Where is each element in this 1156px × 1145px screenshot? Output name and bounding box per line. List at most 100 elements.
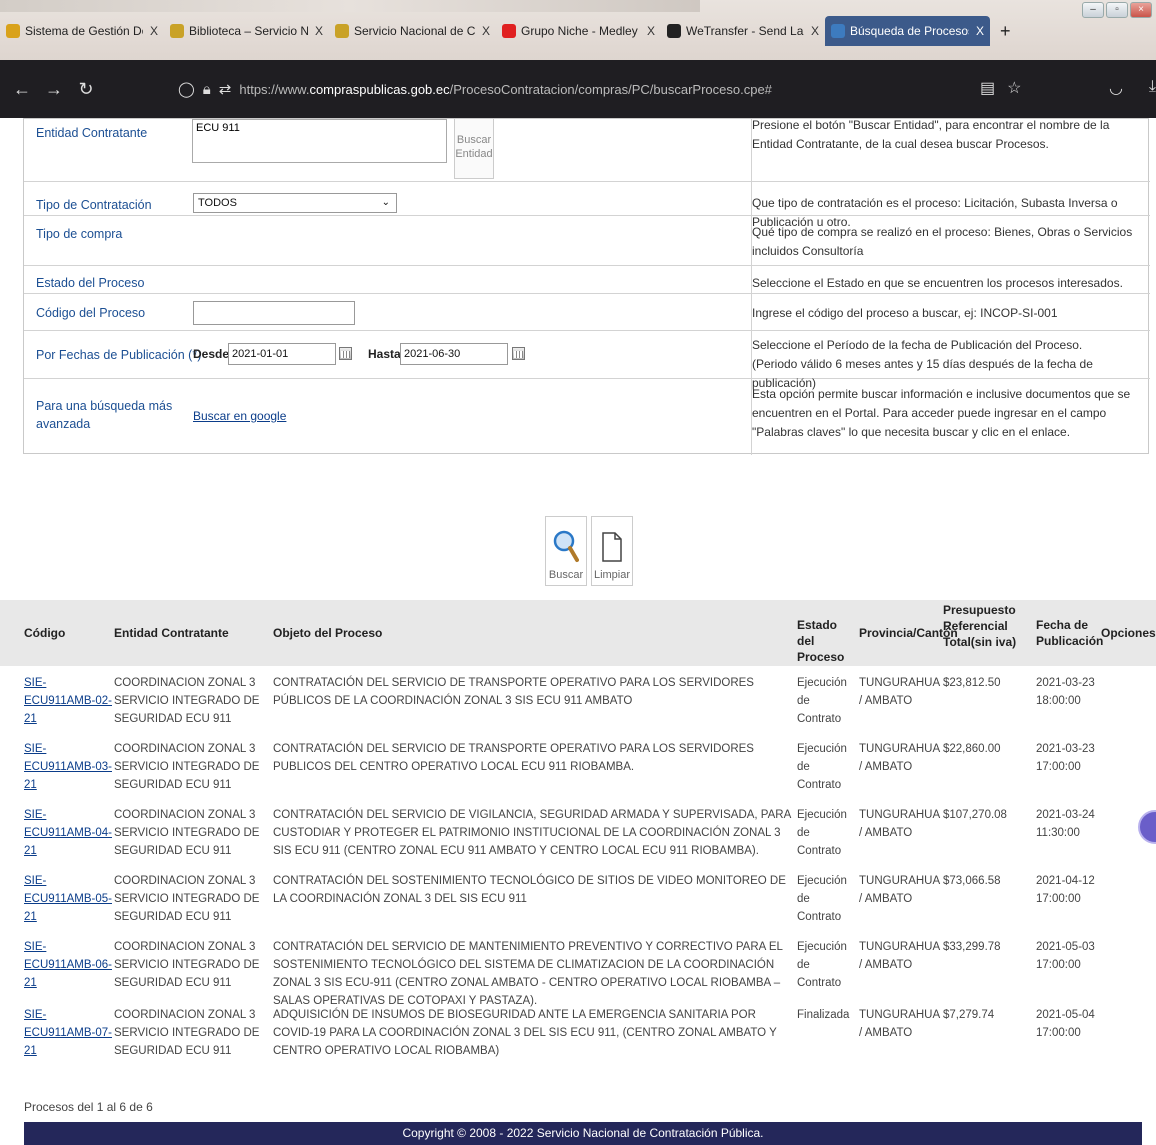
tab-close-icon[interactable]: X bbox=[482, 24, 490, 38]
fecha-date: 2021-05-03 bbox=[1036, 941, 1095, 953]
code-part-1: SIE- bbox=[24, 1009, 47, 1021]
objeto-cell: ADQUISICIÓN DE INSUMOS DE BIOSEGURIDAD A… bbox=[273, 1009, 777, 1057]
fechas-help-line-1: Seleccione el Período de la fecha de Pub… bbox=[752, 338, 1083, 352]
provincia-cell: TUNGURAHUA / AMBATO bbox=[859, 743, 940, 773]
fecha-cell: 2021-05-04 17:00:00 bbox=[1036, 1006, 1098, 1042]
tabs: Sistema de Gestión DocumentaXBiblioteca … bbox=[0, 16, 1021, 46]
tracking-shield-icon[interactable]: ◯ bbox=[178, 80, 195, 98]
tab-label: Sistema de Gestión Documenta bbox=[25, 24, 143, 38]
browser-tab[interactable]: Búsqueda de Procesos de Contr X bbox=[825, 16, 990, 46]
tipo-contratacion-value: TODOS bbox=[198, 197, 237, 209]
favicon-icon bbox=[170, 24, 184, 38]
process-code-link[interactable]: SIE- ECU911AMB-07-21 bbox=[24, 1009, 112, 1057]
code-part-1: SIE- bbox=[24, 677, 47, 689]
process-code-link[interactable]: SIE- ECU911AMB-03-21 bbox=[24, 743, 112, 791]
download-icon[interactable]: ⤓ bbox=[1149, 78, 1156, 98]
code-part-1: SIE- bbox=[24, 809, 47, 821]
forward-icon[interactable]: → bbox=[44, 79, 64, 100]
objeto-cell: CONTRATACIÓN DEL SERVICIO DE MANTENIMIEN… bbox=[273, 941, 783, 1007]
navigation-bar: ← → ↻ ◯ 🔒︎ ⇄ https://www.compraspublicas… bbox=[0, 60, 1156, 118]
pocket-icon[interactable]: ◡ bbox=[1109, 78, 1123, 98]
page-content: Entidad Contratante Buscar Entidad Presi… bbox=[0, 118, 1156, 1145]
browser-tab[interactable]: Biblioteca – Servicio Nacional d X bbox=[164, 16, 329, 46]
clear-button[interactable]: Limpiar bbox=[591, 516, 633, 586]
browser-tab[interactable]: Servicio Nacional de Contratac X bbox=[329, 16, 496, 46]
process-code-link[interactable]: SIE- ECU911AMB-02-21 bbox=[24, 677, 112, 725]
desde-input[interactable]: 2021-01-01 bbox=[228, 343, 336, 365]
calendar-icon[interactable] bbox=[512, 347, 525, 360]
tab-label: Biblioteca – Servicio Nacional d bbox=[189, 24, 308, 38]
buscar-google-link[interactable]: Buscar en google bbox=[193, 409, 286, 423]
entidad-label: Entidad Contratante bbox=[36, 126, 148, 140]
codigo-cell: SIE- ECU911AMB-02-21 bbox=[24, 674, 112, 728]
calendar-icon[interactable] bbox=[339, 347, 352, 360]
entidad-cell: COORDINACION ZONAL 3 SERVICIO INTEGRADO … bbox=[114, 941, 260, 989]
fecha-date: 2021-04-12 bbox=[1036, 875, 1095, 887]
maximize-button[interactable]: ▫ bbox=[1106, 2, 1128, 18]
title-strip bbox=[0, 0, 700, 12]
row-entidad: Entidad Contratante Buscar Entidad Presi… bbox=[24, 118, 1150, 182]
code-part-2: ECU911AMB-03-21 bbox=[24, 761, 112, 791]
url-text[interactable]: https://www.compraspublicas.gob.ec/Proce… bbox=[239, 82, 772, 97]
browser-tab[interactable]: Sistema de Gestión Documenta X bbox=[0, 16, 164, 46]
browser-tab[interactable]: WeTransfer - Send Large Files & X bbox=[661, 16, 825, 46]
process-code-link[interactable]: SIE- ECU911AMB-05-21 bbox=[24, 875, 112, 923]
minimize-button[interactable]: – bbox=[1082, 2, 1104, 18]
reader-view-icon[interactable]: ▤ bbox=[980, 78, 995, 98]
process-code-link[interactable]: SIE- ECU911AMB-04-21 bbox=[24, 809, 112, 857]
fecha-time: 17:00:00 bbox=[1036, 761, 1081, 773]
process-code-link[interactable]: SIE- ECU911AMB-06-21 bbox=[24, 941, 112, 989]
presupuesto-cell: $33,299.78 bbox=[943, 941, 1001, 953]
codigo-input[interactable] bbox=[193, 301, 355, 325]
tab-close-icon[interactable]: X bbox=[811, 24, 819, 38]
permissions-icon[interactable]: ⇄ bbox=[219, 80, 232, 98]
buscar-entidad-button[interactable]: Buscar Entidad bbox=[454, 119, 494, 179]
code-part-1: SIE- bbox=[24, 743, 47, 755]
favicon-icon bbox=[6, 24, 20, 38]
objeto-cell: CONTRATACIÓN DEL SERVICIO DE TRANSPORTE … bbox=[273, 677, 754, 707]
fecha-cell: 2021-03-23 18:00:00 bbox=[1036, 674, 1098, 710]
blank-page-icon bbox=[602, 532, 622, 562]
bookmark-star-icon[interactable]: ☆ bbox=[1007, 78, 1021, 98]
codigo-cell: SIE- ECU911AMB-04-21 bbox=[24, 806, 112, 860]
table-row: SIE- ECU911AMB-07-21 COORDINACION ZONAL 3 … bbox=[0, 1002, 1156, 1068]
url-bar[interactable]: ◯ 🔒︎ ⇄ https://www.compraspublicas.gob.e… bbox=[178, 72, 1018, 106]
new-tab-button[interactable]: + bbox=[990, 21, 1021, 42]
entidad-cell: COORDINACION ZONAL 3 SERVICIO INTEGRADO … bbox=[114, 875, 260, 923]
entidad-help: Presione el botón "Buscar Entidad", para… bbox=[752, 118, 1110, 151]
hasta-input[interactable]: 2021-06-30 bbox=[400, 343, 508, 365]
tab-close-icon[interactable]: X bbox=[647, 24, 655, 38]
search-button-label: Buscar bbox=[548, 569, 584, 581]
reload-icon[interactable]: ↻ bbox=[76, 79, 96, 100]
fecha-time: 17:00:00 bbox=[1036, 959, 1081, 971]
fecha-date: 2021-05-04 bbox=[1036, 1009, 1095, 1021]
tab-close-icon[interactable]: X bbox=[976, 24, 984, 38]
entidad-cell: COORDINACION ZONAL 3 SERVICIO INTEGRADO … bbox=[114, 743, 260, 791]
browser-tab[interactable]: Grupo Niche - Medley - Un Cas X bbox=[496, 16, 661, 46]
window-close-button[interactable]: × bbox=[1130, 2, 1152, 18]
provincia-cell: TUNGURAHUA / AMBATO bbox=[859, 809, 940, 839]
row-tipo-compra: Tipo de compra Qué tipo de compra se rea… bbox=[24, 216, 1150, 266]
chevron-down-icon: ⌄ bbox=[381, 197, 390, 208]
fecha-date: 2021-03-23 bbox=[1036, 743, 1095, 755]
entidad-textarea[interactable] bbox=[192, 119, 447, 163]
tab-label: Servicio Nacional de Contratac bbox=[354, 24, 475, 38]
code-part-2: ECU911AMB-06-21 bbox=[24, 959, 112, 989]
search-button[interactable]: Buscar bbox=[545, 516, 587, 586]
entidad-cell: COORDINACION ZONAL 3 SERVICIO INTEGRADO … bbox=[114, 1009, 260, 1057]
row-tipo-contratacion: Tipo de Contratación TODOS ⌄ Que tipo de… bbox=[24, 182, 1150, 229]
window-controls: – ▫ × bbox=[1082, 2, 1152, 18]
tab-close-icon[interactable]: X bbox=[315, 24, 323, 38]
header-objeto: Objeto del Proceso bbox=[273, 626, 383, 640]
estado-label: Estado del Proceso bbox=[36, 276, 145, 290]
favicon-icon bbox=[667, 24, 681, 38]
back-icon[interactable]: ← bbox=[12, 79, 32, 100]
tipo-contratacion-select[interactable]: TODOS ⌄ bbox=[193, 193, 397, 213]
avanzada-help: Esta opción permite buscar información e… bbox=[752, 387, 1131, 439]
tab-close-icon[interactable]: X bbox=[150, 24, 158, 38]
lock-icon[interactable]: 🔒︎ bbox=[203, 81, 211, 98]
estado-cell: Ejecución de Contrato bbox=[797, 875, 847, 923]
search-form: Entidad Contratante Buscar Entidad Presi… bbox=[23, 118, 1150, 455]
fecha-time: 17:00:00 bbox=[1036, 893, 1081, 905]
codigo-cell: SIE- ECU911AMB-07-21 bbox=[24, 1006, 112, 1060]
